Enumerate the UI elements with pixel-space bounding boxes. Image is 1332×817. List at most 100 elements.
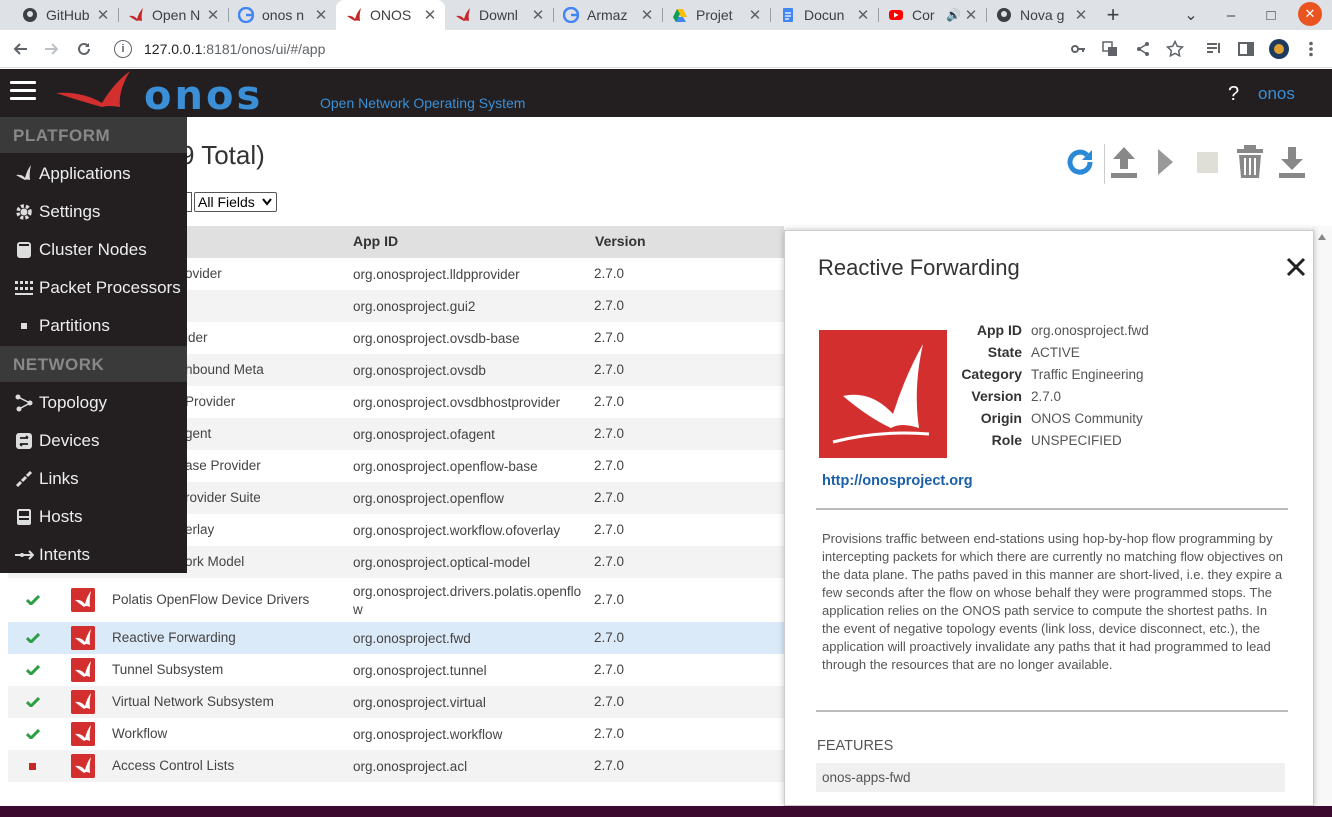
close-tab-icon[interactable]: ✕ <box>962 6 980 24</box>
activate-app-button[interactable] <box>1152 144 1178 180</box>
cell-version: 2.7.0 <box>594 592 625 607</box>
app-url-link[interactable]: http://onosproject.org <box>822 473 973 489</box>
cell-title: Tunnel Subsystem <box>112 662 224 677</box>
property-value: org.onosproject.fwd <box>1031 323 1149 338</box>
nav-item-intents[interactable]: Intents <box>0 536 187 574</box>
youtube-icon <box>889 10 903 20</box>
close-tab-icon[interactable]: ✕ <box>421 6 439 24</box>
table-row[interactable]: Virtual Network Subsystem org.onosproject… <box>8 686 784 718</box>
minimize-window-button[interactable]: – <box>1216 0 1246 30</box>
info-icon[interactable]: i <box>114 40 132 58</box>
menu-kebab-icon[interactable] <box>1301 39 1321 59</box>
back-button[interactable] <box>8 37 32 61</box>
property-value: ACTIVE <box>1031 345 1080 360</box>
translate-icon[interactable] <box>1100 39 1120 59</box>
close-tab-icon[interactable]: ✕ <box>854 6 872 24</box>
nav-item-cluster-nodes[interactable]: Cluster Nodes <box>0 231 187 269</box>
app-icon-large <box>819 330 947 458</box>
app-icon <box>71 690 95 714</box>
browser-tab[interactable]: Open N ✕ <box>118 0 228 30</box>
table-row[interactable]: Polatis OpenFlow Device Drivers org.onosp… <box>8 578 784 622</box>
user-menu[interactable]: onos <box>1258 84 1295 104</box>
browser-tab[interactable]: Downl ✕ <box>445 0 553 30</box>
uninstall-app-button[interactable] <box>1234 144 1266 180</box>
browser-tab[interactable]: ONOS ✕ <box>336 0 445 30</box>
nav-item-packet-processors[interactable]: Packet Processors <box>0 269 187 307</box>
nav-item-links[interactable]: Links <box>0 460 187 498</box>
browser-tab[interactable]: Projet ✕ <box>662 0 770 30</box>
table-scrollbar[interactable] <box>1312 226 1332 806</box>
reload-button[interactable] <box>72 37 96 61</box>
browser-tab[interactable]: Cor 🔊 ✕ <box>878 0 986 30</box>
cell-title: erlay <box>185 522 215 537</box>
browser-tab[interactable]: Nova g ✕ <box>986 0 1096 30</box>
browser-tab-label: ONOS <box>370 7 412 23</box>
table-row[interactable]: Access Control Lists org.onosproject.acl 2… <box>8 750 784 782</box>
cell-version: 2.7.0 <box>594 694 625 709</box>
cell-version: 2.7.0 <box>594 330 625 345</box>
refresh-button[interactable] <box>1062 144 1098 180</box>
nav-item-applications[interactable]: Applications <box>0 155 187 193</box>
deactivate-app-button[interactable] <box>1194 144 1222 180</box>
intents-icon <box>15 550 34 560</box>
close-tab-icon[interactable]: ✕ <box>312 6 330 24</box>
table-row[interactable]: Workflow org.onosproject.workflow 2.7.0 <box>8 718 784 750</box>
cell-title: ider <box>185 330 208 345</box>
upload-app-button[interactable] <box>1108 144 1140 180</box>
search-field-select[interactable]: All Fields <box>194 192 277 212</box>
browser-tab-label: GitHub <box>46 7 90 23</box>
close-window-button[interactable]: ✕ <box>1298 2 1322 26</box>
reading-list-icon[interactable] <box>1204 39 1224 59</box>
help-button[interactable]: ? <box>1228 83 1239 106</box>
forward-button[interactable] <box>40 37 64 61</box>
nav-item-label: Links <box>39 469 79 488</box>
close-icon[interactable] <box>1284 255 1308 279</box>
close-tab-icon[interactable]: ✕ <box>1072 6 1090 24</box>
close-tab-icon[interactable]: ✕ <box>638 6 656 24</box>
column-header-app-id[interactable]: App ID <box>353 233 398 249</box>
table-row[interactable]: Reactive Forwarding org.onosproject.fwd 2.… <box>8 622 784 654</box>
browser-tab[interactable]: onos n ✕ <box>228 0 336 30</box>
cell-app-id: org.onosproject.openflow <box>353 491 504 506</box>
table-row[interactable]: Tunnel Subsystem org.onosproject.tunnel 2.… <box>8 654 784 686</box>
trash-icon <box>1237 145 1263 178</box>
nav-item-topology[interactable]: Topology <box>0 384 187 422</box>
github-icon <box>23 8 37 22</box>
close-tab-icon[interactable]: ✕ <box>746 6 764 24</box>
google-icon <box>238 7 254 23</box>
nav-item-label: Packet Processors <box>39 278 181 297</box>
onos-bird-icon <box>832 344 930 444</box>
nav-item-hosts[interactable]: Hosts <box>0 498 187 536</box>
download-app-button[interactable] <box>1276 144 1308 180</box>
address-bar[interactable]: i 127.0.0.1:8181/onos/ui/#/app <box>108 34 1058 64</box>
close-tab-icon[interactable]: ✕ <box>529 6 547 24</box>
cell-title: ork Model <box>185 554 245 569</box>
tab-search-button[interactable]: ⌄ <box>1178 0 1204 30</box>
cell-app-id: org.onosproject.workflow <box>353 727 503 742</box>
nav-item-partitions[interactable]: Partitions <box>0 307 187 345</box>
bookmark-star-icon[interactable] <box>1165 39 1185 59</box>
cell-version: 2.7.0 <box>594 630 625 645</box>
nav-item-devices[interactable]: Devices <box>0 422 187 460</box>
close-tab-icon[interactable]: ✕ <box>204 6 222 24</box>
maximize-window-button[interactable]: □ <box>1256 0 1286 30</box>
cell-title: hbound Meta <box>185 362 264 377</box>
new-tab-button[interactable]: + <box>1100 0 1126 30</box>
share-icon[interactable] <box>1133 39 1153 59</box>
browser-tab[interactable]: GitHub ✕ <box>12 0 118 30</box>
browser-tab-label: Downl <box>479 7 518 23</box>
browser-tab[interactable]: Docun ✕ <box>770 0 878 30</box>
browser-tab-label: Cor <box>912 7 935 23</box>
cell-app-id: org.onosproject.drivers.polatis.openflo <box>353 584 582 599</box>
cell-app-id: org.onosproject.workflow.ofoverlay <box>353 523 561 538</box>
audio-playing-icon[interactable]: 🔊 <box>946 8 962 22</box>
close-tab-icon[interactable]: ✕ <box>94 6 112 24</box>
inactive-status-icon <box>29 762 36 770</box>
column-header-version[interactable]: Version <box>595 233 646 249</box>
hamburger-menu-button[interactable] <box>10 79 36 105</box>
side-panel-icon[interactable] <box>1236 39 1256 59</box>
profile-avatar[interactable] <box>1269 39 1289 59</box>
browser-tab[interactable]: Armaz ✕ <box>553 0 662 30</box>
key-icon[interactable] <box>1068 39 1088 59</box>
nav-item-settings[interactable]: Settings <box>0 193 187 231</box>
